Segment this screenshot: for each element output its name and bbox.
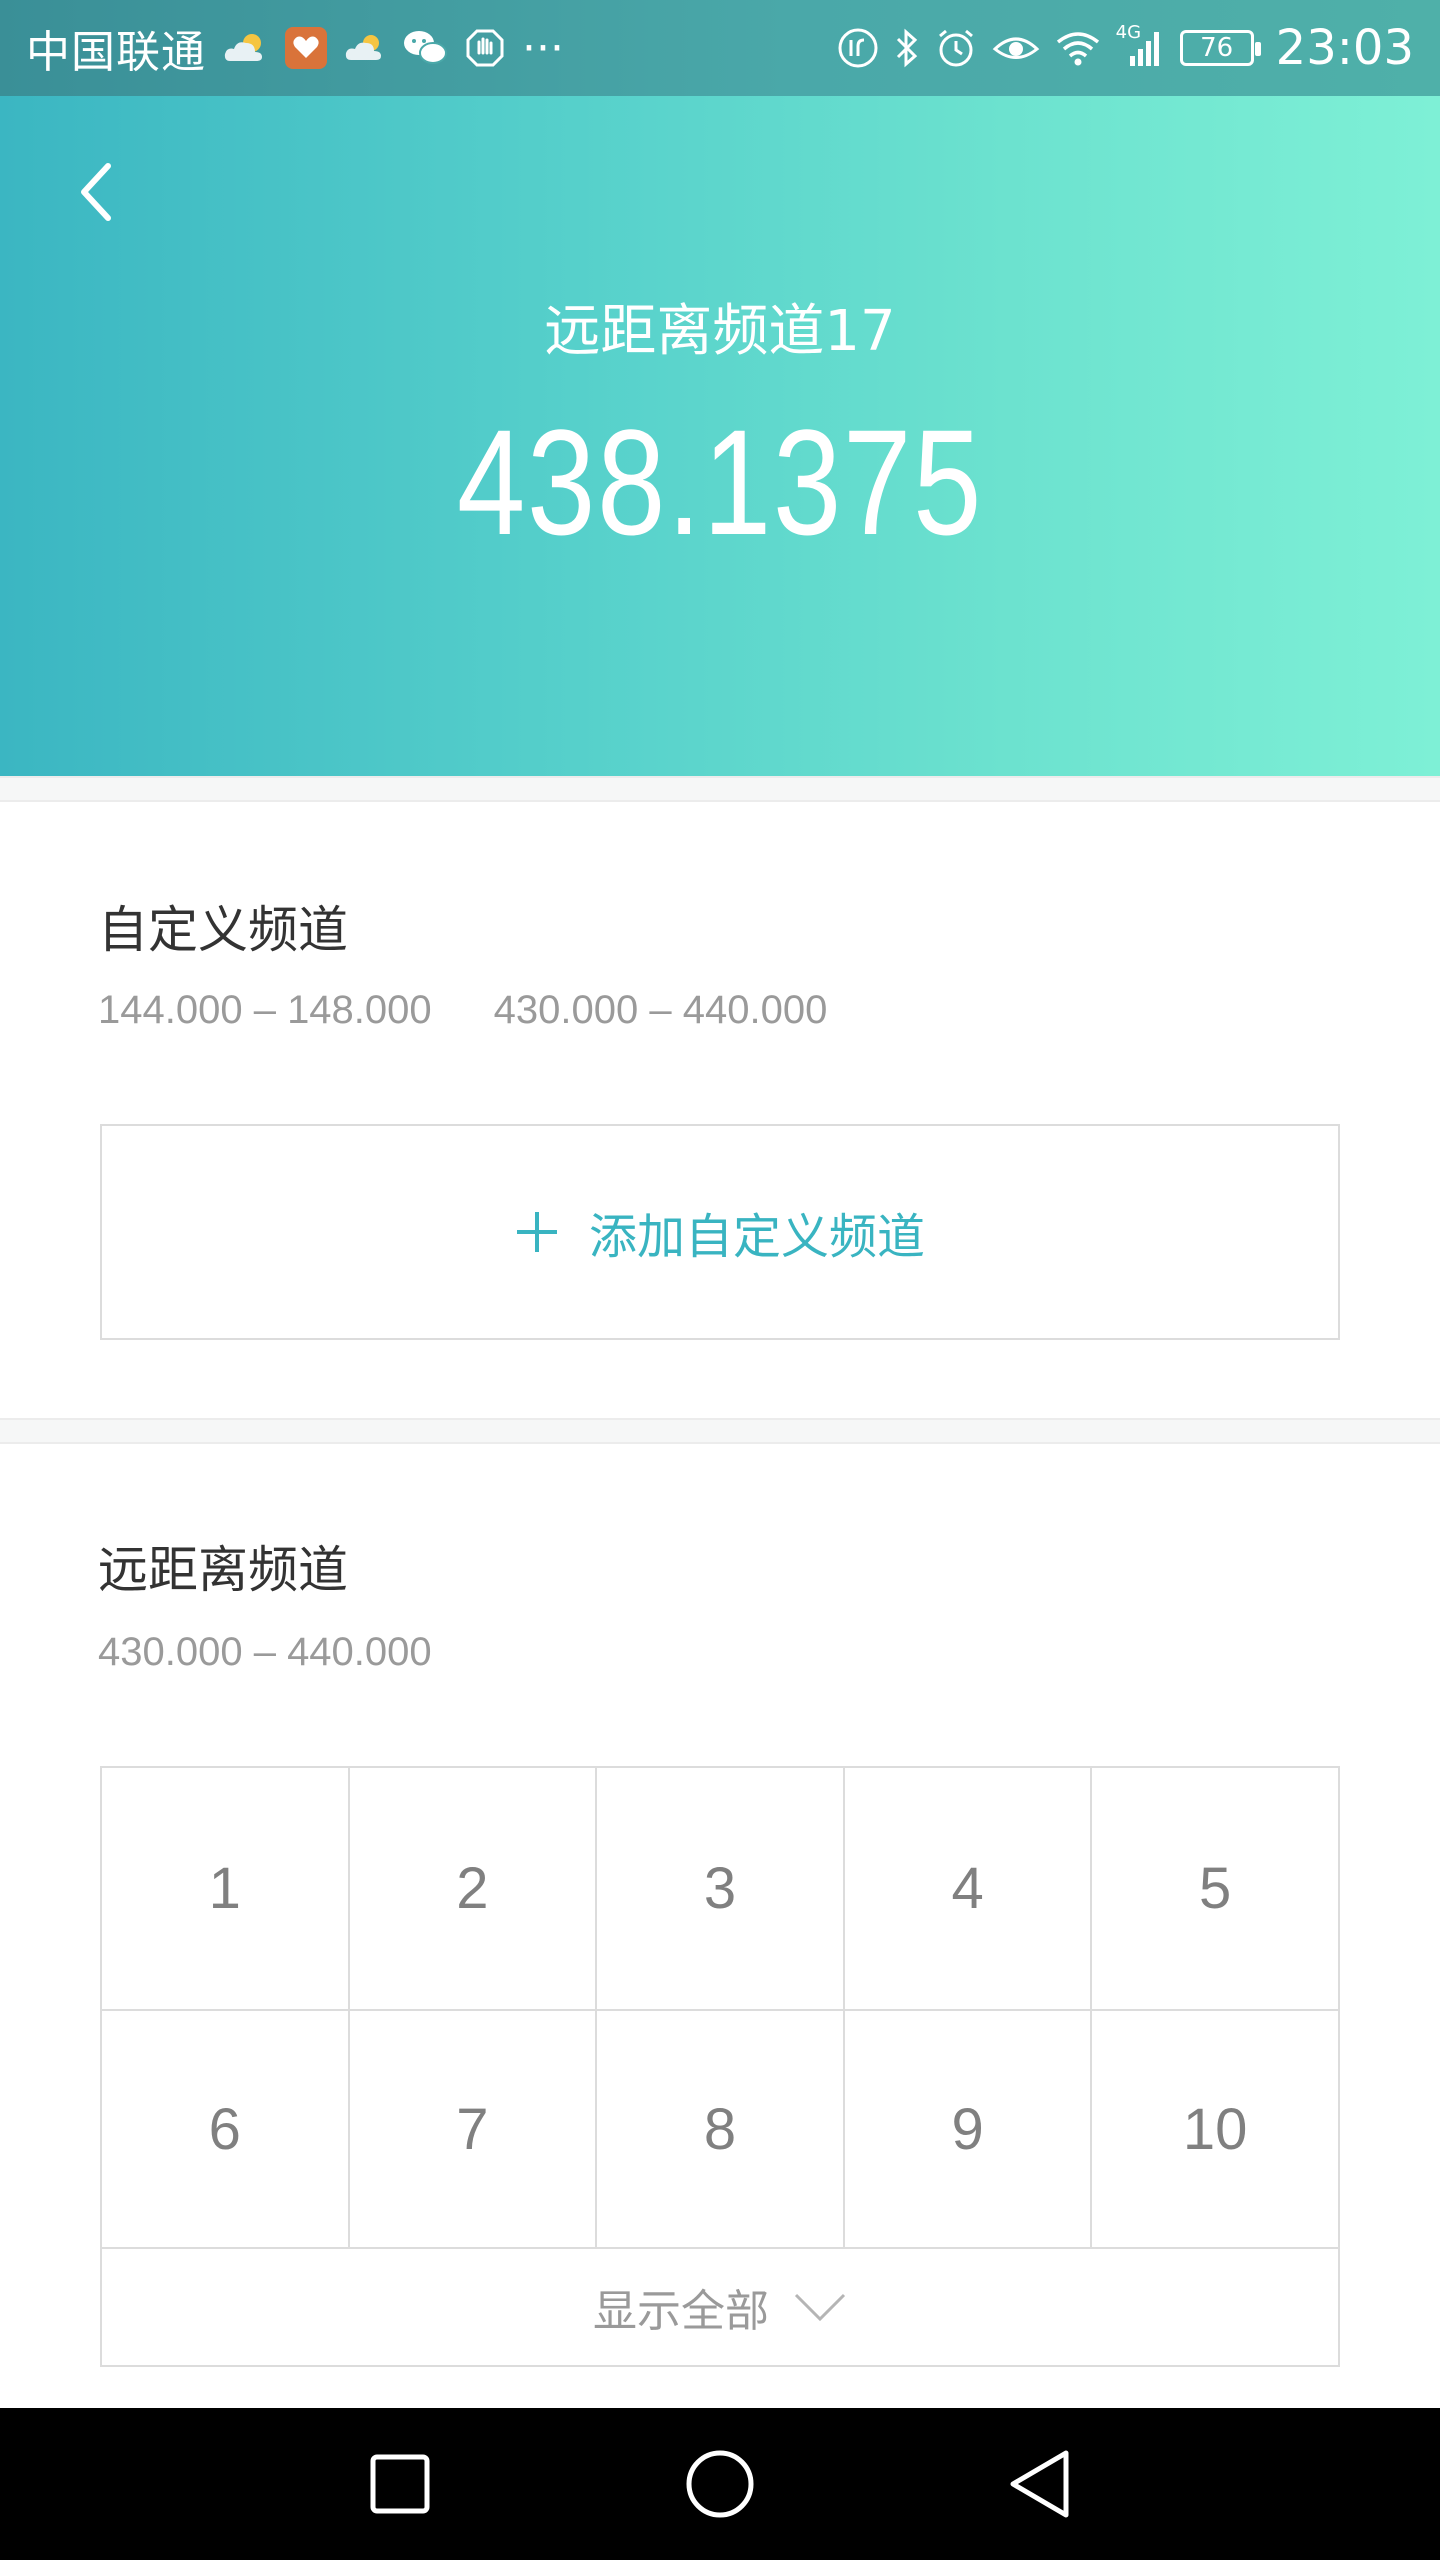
wifi-icon <box>1054 28 1102 68</box>
channel-cell[interactable]: 2 <box>350 1768 598 2009</box>
channel-grid: 1 2 3 4 5 6 7 8 9 10 显示全部 <box>100 1766 1340 2367</box>
channel-cell[interactable]: 5 <box>1092 1768 1338 2009</box>
battery-level: 76 <box>1200 33 1234 63</box>
add-custom-channel-button[interactable]: 添加自定义频道 <box>100 1124 1340 1340</box>
bluetooth-icon <box>894 26 920 70</box>
chevron-left-icon <box>81 163 111 221</box>
custom-range-2: 430.000 – 440.000 <box>493 988 828 1032</box>
channel-cell[interactable]: 10 <box>1092 2011 1338 2247</box>
status-right: 4G 76 23:03 <box>836 20 1414 76</box>
channel-cell[interactable]: 4 <box>845 1768 1093 2009</box>
channel-cell[interactable]: 3 <box>597 1768 845 2009</box>
network-type-label: 4G <box>1115 22 1142 43</box>
channel-header: 远距离频道17 438.1375 <box>0 96 1440 776</box>
section-divider <box>0 1418 1440 1444</box>
hand-icon <box>464 27 506 69</box>
back-button[interactable] <box>64 152 128 232</box>
more-notifications-label: ··· <box>522 22 564 74</box>
clock-time: 23:03 <box>1275 20 1414 76</box>
home-button[interactable] <box>560 2408 880 2560</box>
current-frequency: 438.1375 <box>456 398 984 566</box>
signal-icon: 4G <box>1116 22 1166 68</box>
add-custom-channel-label: 添加自定义频道 <box>588 1209 925 1265</box>
long-range-section-title: 远距离频道 <box>98 1541 348 1599</box>
channel-cell[interactable]: 1 <box>102 1768 350 2009</box>
channel-cell[interactable]: 7 <box>350 2011 598 2247</box>
alarm-icon <box>934 26 978 70</box>
custom-section-title: 自定义频道 <box>98 901 348 959</box>
weather-cloud-icon <box>222 31 268 65</box>
long-range-channel-section: 远距离频道 430.000 – 440.000 1 2 3 4 5 6 7 8 … <box>0 1446 1440 2408</box>
channel-cell[interactable]: 8 <box>597 2011 845 2247</box>
system-nav-bar <box>0 2408 1440 2560</box>
current-channel-name: 远距离频道17 <box>544 299 896 364</box>
custom-section-ranges: 144.000 – 148.000 430.000 – 440.000 <box>98 988 889 1033</box>
chevron-down-icon <box>794 2293 846 2322</box>
show-all-label: 显示全部 <box>593 2286 769 2337</box>
nav-back-button[interactable] <box>880 2408 1200 2560</box>
weather-icon <box>344 32 386 64</box>
battery-icon: 76 <box>1179 30 1261 66</box>
recent-apps-icon <box>370 2454 430 2514</box>
channel-cell[interactable]: 9 <box>845 2011 1093 2247</box>
recent-apps-button[interactable] <box>240 2408 560 2560</box>
no-disturb-icon <box>836 26 880 70</box>
show-all-button[interactable]: 显示全部 <box>102 2249 1338 2365</box>
health-app-icon <box>284 26 328 70</box>
eye-care-icon <box>992 30 1040 66</box>
channel-grid-row: 6 7 8 9 10 <box>102 2011 1338 2249</box>
custom-range-1: 144.000 – 148.000 <box>98 988 432 1032</box>
plus-icon <box>516 1212 557 1252</box>
wechat-icon <box>402 28 448 68</box>
status-left: 中国联通 ··· <box>26 16 564 80</box>
carrier-label: 中国联通 <box>26 27 206 78</box>
long-range-section-range: 430.000 – 440.000 <box>98 1630 432 1674</box>
channel-cell[interactable]: 6 <box>102 2011 350 2247</box>
channel-grid-row: 1 2 3 4 5 <box>102 1768 1338 2011</box>
status-bar: 中国联通 ··· 4G 76 23:03 <box>0 0 1440 96</box>
app-screen: 中国联通 ··· 4G 76 23:03 远距离频道17 438.1375 自定… <box>0 0 1440 2560</box>
custom-channel-section: 自定义频道 144.000 – 148.000 430.000 – 440.000… <box>0 804 1440 1418</box>
section-divider <box>0 776 1440 802</box>
back-icon <box>1010 2450 1069 2518</box>
home-icon <box>686 2450 754 2518</box>
